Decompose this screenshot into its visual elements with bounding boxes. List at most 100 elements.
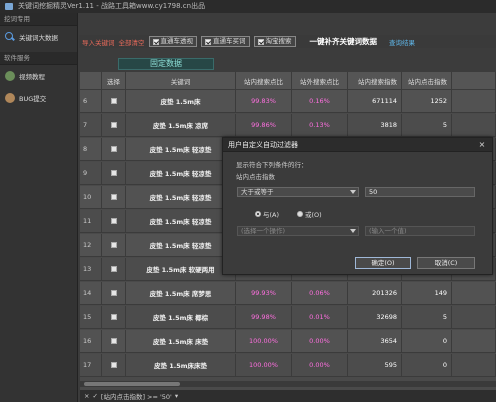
table-row[interactable]: 14 皮垫 1.5m床 席梦思 99.93% 0.06% 201326 149 [80,282,496,305]
query-results-button[interactable]: 查询结果 [389,37,415,47]
table-cell: 5 [402,114,452,136]
table-cell: 皮垫 1.5m床 软硬两用 [126,258,236,280]
checkbox[interactable] [257,38,264,45]
option-taobao-search[interactable]: 淘宝搜索 [253,36,296,47]
option-label: 淘宝搜索 [265,37,292,45]
row-checkbox[interactable] [110,122,117,128]
column-header[interactable]: 站外搜索点比 [292,72,348,89]
table-cell: 0.06% [292,282,348,304]
condition1-value-input[interactable]: 50 [365,187,475,197]
table-cell: 皮垫 1.5m床 轻凉垫 [126,234,236,256]
sidebar-item-keyword-data[interactable]: 关键词大数据 [0,26,77,48]
table-cell: 0 [402,330,452,352]
radio-label: 与(A) [263,211,280,219]
table-header-row: 选择 关键词 站内搜索点比 站外搜索点比 站内搜索指数 站内点击指数 [80,72,496,90]
dialog-field-name: 站内点击指数 [236,173,275,181]
dialog-prompt: 显示符合下列条件的行： [236,161,308,169]
table-cell: 17 [80,354,102,376]
scrollbar-thumb[interactable] [84,382,180,386]
column-header[interactable] [80,72,102,89]
table-row[interactable]: 17 皮垫 1.5m床床垫 100.00% 0.00% 595 0 [80,354,496,377]
option-label: 直通车买词 [213,37,246,45]
cancel-button[interactable]: 取消(C) [417,257,475,269]
row-checkbox[interactable] [110,266,117,272]
input-value: 50 [369,188,378,196]
condition2-operator-select[interactable]: (选择一个操作) [237,226,359,236]
sidebar-item-label: 关键词大数据 [19,34,58,42]
option-through-train-words[interactable]: 直通车买词 [201,36,250,47]
table-cell: 12 [80,234,102,256]
table-cell: 32698 [348,306,402,328]
search-icon [5,32,15,42]
table-cell: 671114 [348,90,402,112]
sidebar-item-label: 视频教程 [19,73,45,81]
column-header[interactable] [452,72,496,89]
row-checkbox[interactable] [110,242,117,248]
column-header[interactable]: 站内搜索点比 [236,72,292,89]
checkbox[interactable] [205,38,211,45]
table-cell: 6 [80,90,102,112]
complete-keyword-data-button[interactable]: 一键补齐关键词数据 [310,36,378,47]
sidebar-item-video-tutorial[interactable]: 视频教程 [0,65,77,87]
chevron-down-icon [350,229,356,233]
row-checkbox[interactable] [110,314,117,320]
table-cell: 11 [80,210,102,232]
sidebar-item-label: BUG提交 [19,95,47,103]
bug-icon [5,93,15,103]
row-checkbox[interactable] [110,218,117,224]
custom-autofilter-dialog: 用户自定义自动过滤器 × 显示符合下列条件的行： 站内点击指数 大于或等于 50… [222,137,493,275]
column-header[interactable]: 关键词 [126,72,236,89]
clear-filter-icon[interactable]: × [84,392,89,400]
filter-status-bar: × ✓ [站内点击指数] >= '50' ▾ [80,390,496,402]
import-keywords-button[interactable]: 导入关键词 [82,37,115,47]
filter-enabled-check-icon[interactable]: ✓ [92,392,97,400]
clear-all-button[interactable]: 全部清空 [119,37,145,47]
condition1-operator-select[interactable]: 大于或等于 [237,187,359,197]
table-cell: 100.00% [236,330,292,352]
table-cell: 3818 [348,114,402,136]
table-cell: 99.93% [236,282,292,304]
table-row[interactable]: 6 皮垫 1.5m床 99.83% 0.16% 671114 1252 [80,90,496,113]
filter-expression: [站内点击指数] >= '50' [100,393,172,401]
chevron-down-icon [350,190,356,194]
table-cell: 0.13% [292,114,348,136]
table-cell: 100.00% [236,354,292,376]
table-cell: 0.00% [292,354,348,376]
column-header[interactable]: 站内点击指数 [402,72,452,89]
ok-button[interactable]: 确定(O) [355,257,411,269]
sidebar-section-software-service: 软件服务 [0,52,77,65]
table-row[interactable]: 7 皮垫 1.5m床 凉席 99.86% 0.13% 3818 5 [80,114,496,137]
table-cell: 1252 [402,90,452,112]
row-checkbox[interactable] [110,146,117,152]
table-cell [452,114,496,136]
dialog-close-icon[interactable]: × [477,140,487,150]
sidebar-section-keyword-tools: 挖词专用 [0,13,77,26]
option-label: 直通车透视 [160,37,194,45]
table-row[interactable]: 16 皮垫 1.5m床 床垫 100.00% 0.00% 3654 0 [80,330,496,353]
table-cell: 皮垫 1.5m床 凉席 [126,114,236,136]
row-checkbox[interactable] [110,290,117,296]
row-checkbox[interactable] [110,338,117,344]
row-checkbox[interactable] [110,170,117,176]
table-row[interactable]: 15 皮垫 1.5m床 椰棕 99.98% 0.01% 32698 5 [80,306,496,329]
table-cell [452,282,496,304]
select-cell [102,282,126,304]
option-through-train-view[interactable]: 直通车透视 [148,36,197,47]
column-header[interactable]: 选择 [102,72,126,89]
row-checkbox[interactable] [110,98,117,104]
or-radio[interactable]: 或(O) [297,209,322,219]
select-cell [102,258,126,280]
filter-dropdown-icon[interactable]: ▾ [175,392,178,400]
horizontal-scrollbar[interactable] [80,381,496,387]
select-value: (选择一个操作) [241,227,286,235]
sidebar-item-bug-report[interactable]: BUG提交 [0,87,77,109]
row-checkbox[interactable] [110,362,117,368]
and-radio[interactable]: 与(A) [255,209,279,219]
table-cell: 13 [80,258,102,280]
row-checkbox[interactable] [110,194,117,200]
table-cell [452,354,496,376]
table-cell: 皮垫 1.5m床 轻凉垫 [126,138,236,160]
condition2-value-input[interactable]: (输入一个值) [365,226,475,236]
checkbox[interactable] [152,38,159,45]
column-header[interactable]: 站内搜索指数 [348,72,402,89]
